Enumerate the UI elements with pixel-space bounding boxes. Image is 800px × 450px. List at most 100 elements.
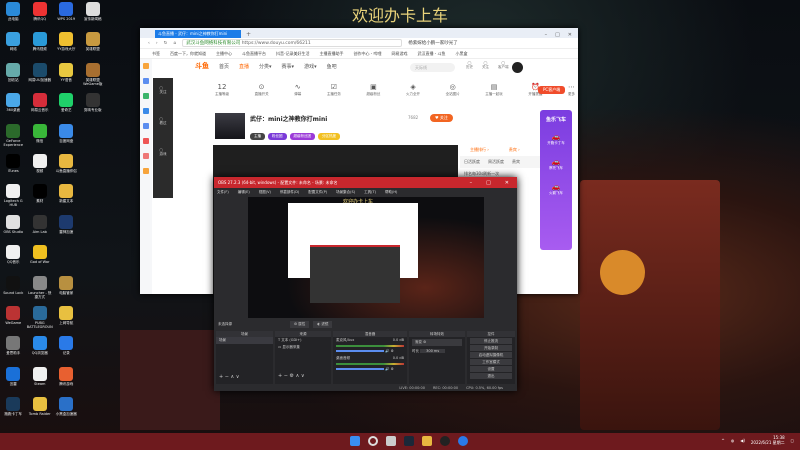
toolbar-item[interactable]: ∿ 弹幕 (294, 83, 301, 97)
follow-button[interactable]: ♥ 关注 (430, 114, 453, 122)
bookmark-item[interactable]: 主播直播助手 (319, 51, 343, 57)
bookmark-item[interactable]: 斗鱼直播平台 (242, 51, 266, 57)
toolbar-item[interactable]: ▣ 超级粉丝 (366, 83, 380, 97)
desktop-icon[interactable]: Launcher - 快捷方式 (27, 275, 54, 306)
side-panel-item[interactable]: ▢ 看过 (160, 117, 167, 126)
desktop-icon[interactable]: 跑跑卡丁车 (0, 397, 27, 427)
maximize-icon[interactable]: □ (486, 180, 491, 186)
desktop-icon[interactable]: 剪映专业版 (80, 93, 107, 123)
obs-menu-item[interactable]: 视图(V) (259, 190, 271, 195)
rank-subtab[interactable]: 周活跃度 (488, 159, 504, 165)
control-button[interactable]: 退出 (470, 373, 512, 379)
desktop-icon[interactable]: QQ浏览器 (27, 336, 54, 366)
desktop-icon[interactable]: 腾讯游戏 (53, 366, 80, 397)
filters-button[interactable]: ◐ 滤镜 (313, 321, 333, 328)
nav-item[interactable]: 赛事▾ (282, 63, 295, 70)
desktop-icon[interactable]: 腾讯视频 (27, 32, 54, 62)
header-icon-item[interactable]: ◯ 历史 (466, 61, 473, 70)
toolbar-item[interactable]: ☑ 主播任务 (327, 83, 341, 97)
sidebar-icon[interactable] (143, 138, 149, 144)
forward-icon[interactable]: › (156, 41, 158, 46)
bookmark-item[interactable]: 百度一下，你就知道 (170, 51, 206, 57)
sidebar-icon[interactable] (143, 153, 149, 159)
sidebar-icon[interactable] (143, 93, 149, 99)
task-view-icon[interactable] (386, 436, 396, 446)
bookmark-item[interactable]: 创作中心 - 哔哩 (353, 51, 381, 57)
desktop-icon[interactable]: 斗鱼直播伴侣 (53, 153, 80, 184)
desktop-icon[interactable]: 百度网盘 (53, 123, 80, 154)
bookmark-item[interactable]: 书签 (152, 51, 160, 57)
desktop-icon[interactable]: 微信 (27, 123, 54, 154)
desktop-icon[interactable]: 电脑管家 (53, 275, 80, 306)
desktop-icon[interactable]: 网易云音乐 (27, 93, 54, 123)
nav-item[interactable]: 游戏▾ (304, 63, 317, 70)
desktop-icon[interactable]: 新建文本 (53, 184, 80, 214)
properties-button[interactable]: ⚙ 属性 (290, 321, 310, 328)
desktop-icon[interactable]: OBS Studio (0, 214, 27, 245)
desktop-icon[interactable]: 360桌面 (0, 93, 27, 123)
tray-chevron-icon[interactable]: ^ (721, 438, 724, 443)
browser-tab[interactable]: 斗鱼直播 - 武仔：mini之神教你打mini (155, 30, 241, 38)
desktop-icon[interactable]: God of War (27, 245, 54, 275)
promo-item[interactable]: 🚗 摩托飞车 (540, 158, 572, 171)
user-avatar[interactable] (512, 62, 523, 73)
rank-subtab[interactable]: 贵宾 (512, 159, 520, 165)
pc-client-button[interactable]: PC客户端 (538, 86, 566, 94)
control-button[interactable]: 启动虚拟摄像机 (470, 352, 512, 358)
obs-menu-item[interactable]: 文件(F) (217, 190, 229, 195)
promo-panel[interactable]: 鱼乐飞车 🚗 开跑卡丁车 🚗 摩托飞车 🚗 火箭飞车 (540, 110, 572, 250)
control-button[interactable]: 设置 (470, 366, 512, 372)
maximize-icon[interactable]: □ (555, 32, 560, 38)
toolbar-item[interactable]: ⊙ 直播开关 (255, 83, 269, 97)
desktop-icon[interactable]: 素材 (27, 184, 54, 214)
volume-icon[interactable]: ◀) (740, 438, 745, 443)
side-panel-item[interactable]: ▢ 关注 (160, 86, 167, 95)
network-icon[interactable]: ◍ (731, 438, 735, 443)
desktop-icon[interactable]: 上网导航 (53, 305, 80, 336)
close-icon[interactable]: ✕ (505, 180, 509, 186)
desktop-icon[interactable]: 记录 (53, 336, 80, 366)
desktop-icon[interactable]: WPS 2019 (53, 2, 80, 32)
douyu-logo[interactable]: 斗鱼 (195, 61, 209, 71)
desktop-icon[interactable]: YY语音 (53, 62, 80, 93)
promo-item[interactable]: 🚗 火箭飞车 (540, 183, 572, 196)
refresh-icon[interactable]: ↻ (164, 41, 168, 46)
desktop-icon[interactable]: QQ音乐 (0, 245, 27, 275)
header-icon-item[interactable]: ◯ 客户端 (498, 61, 509, 70)
obs-menu-item[interactable]: 配置文件(P) (308, 190, 327, 195)
obs-icon[interactable] (440, 436, 450, 446)
source-item[interactable]: ▭ 显示器采集 (275, 344, 331, 351)
desktop-icon[interactable]: 迅雷 (0, 366, 27, 397)
desktop-icon[interactable]: 英雄联盟 (80, 32, 107, 62)
desktop-icon[interactable]: YY游戏大厅 (53, 32, 80, 62)
desktop-icon[interactable]: 网易UU加速器 (27, 62, 54, 93)
control-button[interactable]: 开始录制 (470, 345, 512, 351)
scene-controls[interactable]: + − ∧ ∨ (216, 374, 273, 381)
transition-select[interactable]: 渐变 ⚙ (412, 339, 462, 346)
side-panel-item[interactable]: ▢ 游戏 (160, 148, 167, 157)
obs-menu-item[interactable]: 场景集合(S) (336, 190, 355, 195)
streamer-avatar[interactable] (215, 113, 245, 139)
obs-menu-item[interactable]: 帮助(H) (385, 190, 397, 195)
home-icon[interactable]: ⌂ (173, 41, 176, 46)
desktop-icon[interactable]: Steam (27, 366, 54, 397)
desktop-icon[interactable]: Logitech G HUB (0, 184, 27, 214)
promo-item[interactable]: 🚗 开跑卡丁车 (540, 133, 572, 146)
search-icon[interactable] (368, 436, 378, 446)
desktop-icon[interactable]: 此电脑 (0, 2, 27, 32)
bookmark-item[interactable]: 小黑盒 (455, 51, 467, 57)
desktop-icon[interactable]: WeGame (0, 305, 27, 336)
rank-tab[interactable]: 主播排行 › (470, 147, 489, 153)
desktop-icon[interactable]: 网络 (0, 32, 27, 62)
notification-icon[interactable]: ◻ (791, 438, 794, 443)
room-tag[interactable]: 超级粉丝团 (289, 133, 315, 140)
obs-menu-item[interactable]: 停靠部件(D) (280, 190, 299, 195)
duration-field[interactable]: 时长 300 ms (409, 348, 465, 355)
site-search-input[interactable]: 天际线 (410, 63, 455, 72)
close-icon[interactable]: ✕ (568, 32, 572, 38)
bookmark-item[interactable]: 主播中心 (216, 51, 232, 57)
desktop-icon[interactable]: Tomb Raider (27, 397, 54, 427)
desktop-icon[interactable]: 腾讯QQ (27, 2, 54, 32)
steam-icon[interactable] (404, 436, 414, 446)
sidebar-icon[interactable] (143, 108, 149, 114)
